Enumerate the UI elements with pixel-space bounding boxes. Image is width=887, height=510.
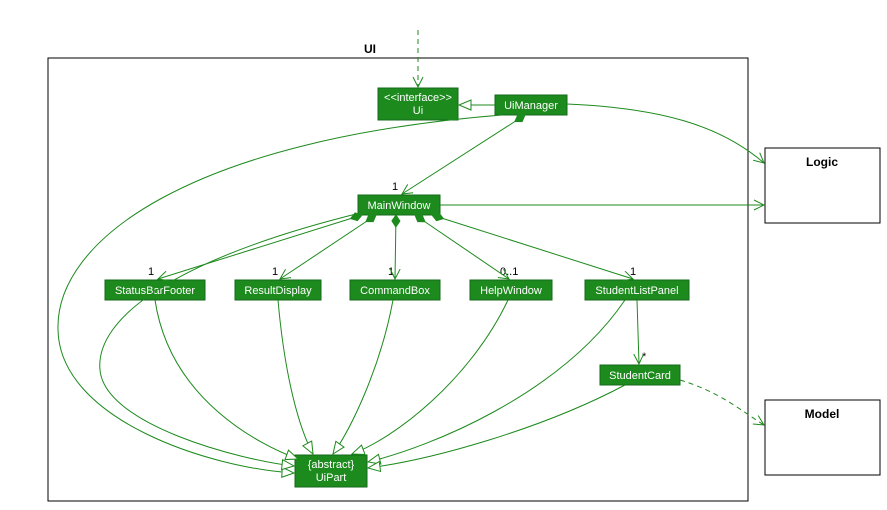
edge-mainwindow-comp-statusbar (158, 215, 362, 279)
node-commandbox-label: CommandBox (360, 285, 430, 297)
node-ui-line2: Ui (413, 105, 423, 117)
mult-statusbar: 1 (148, 266, 154, 278)
node-studcard-label: StudentCard (609, 370, 671, 382)
edge-mainwindow-comp-resultdisp (280, 215, 376, 279)
external-logic-label: Logic (806, 155, 838, 169)
mult-mainwindow: 1 (392, 181, 398, 193)
external-model-label: Model (805, 407, 840, 421)
mult-studcard: * (642, 351, 647, 363)
mult-helpwindow: 0..1 (500, 266, 518, 278)
edge-uimanager-to-logic (567, 104, 764, 163)
node-uimanager: UiManager (495, 95, 567, 115)
node-helpwindow: HelpWindow (470, 280, 552, 300)
node-ui: <<interface>> Ui (378, 88, 458, 120)
frame-title: UI (364, 42, 376, 56)
mult-commandbox: 1 (388, 266, 394, 278)
mult-resultdisp: 1 (272, 266, 278, 278)
edge-studlist-to-studcard (637, 300, 639, 364)
edge-studcard-gen-uipart (368, 385, 625, 468)
node-commandbox: CommandBox (350, 280, 440, 300)
node-studlist-label: StudentListPanel (595, 285, 678, 297)
node-uipart: {abstract} UiPart (295, 455, 367, 487)
node-resultdisp: ResultDisplay (235, 280, 321, 300)
node-helpwindow-label: HelpWindow (480, 285, 542, 297)
mult-studlist: 1 (630, 266, 636, 278)
node-mainwindow-label: MainWindow (368, 200, 431, 212)
node-uipart-line2: UiPart (316, 472, 347, 484)
node-resultdisp-label: ResultDisplay (244, 285, 312, 297)
node-ui-line1: <<interface>> (384, 92, 452, 104)
edge-resultdisp-gen-uipart (278, 300, 313, 454)
node-mainwindow: MainWindow (358, 195, 440, 215)
edge-mainwindow-comp-commandbox (395, 215, 396, 279)
node-statusbar: StatusBarFooter (105, 280, 205, 300)
uml-diagram: UI Logic Model <<interface>> Ui UiManage… (0, 0, 887, 510)
node-studlist: StudentListPanel (585, 280, 689, 300)
edge-commandbox-gen-uipart (333, 300, 393, 454)
node-uipart-line1: {abstract} (308, 459, 355, 471)
edge-helpwindow-gen-uipart (352, 300, 508, 454)
edge-uimanager-comp-mainwindow (402, 115, 525, 194)
node-studcard: StudentCard (600, 365, 680, 385)
node-uimanager-label: UiManager (504, 100, 558, 112)
edge-studcard-to-model (680, 380, 764, 425)
edge-mainwindow-gen-uipart (100, 213, 360, 466)
